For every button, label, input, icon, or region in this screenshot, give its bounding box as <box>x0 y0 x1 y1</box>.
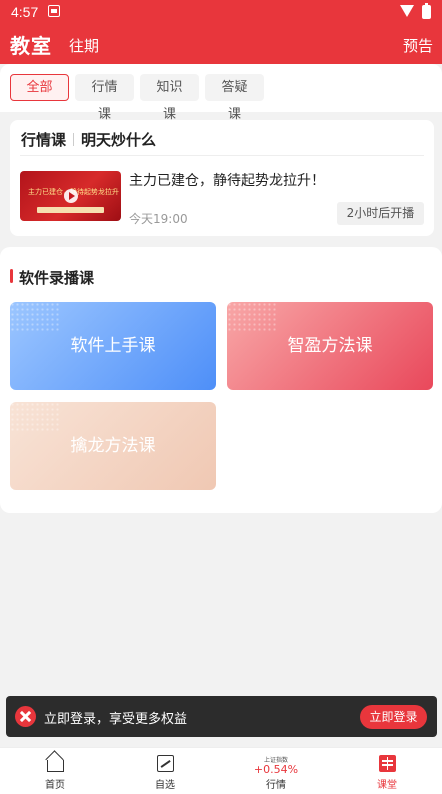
tab-market-label: 行情 <box>266 780 286 791</box>
tab-classroom-label: 课堂 <box>377 780 397 791</box>
book-icon <box>379 755 396 772</box>
status-bar: 4:57 <box>0 0 442 26</box>
live-thumbnail[interactable]: 主力已建仓，静待起势龙拉升 <box>20 171 121 221</box>
filter-market-class[interactable]: 行情课 <box>75 74 134 122</box>
live-countdown-badge: 2小时后开播 <box>337 202 424 225</box>
login-prompt: 立即登录，享受更多权益 <box>44 712 188 727</box>
page-title[interactable]: 教室 <box>10 30 52 59</box>
live-card-header: 行情课 明天炒什么 <box>21 129 156 150</box>
divider <box>20 155 424 156</box>
live-topic: 明天炒什么 <box>81 131 157 149</box>
home-icon <box>47 760 64 772</box>
tab-market[interactable]: 上证指数 +0.54% 行情 <box>221 748 331 794</box>
course-card-software-intro[interactable]: 软件上手课 <box>10 302 216 390</box>
notification-icon <box>48 5 60 17</box>
wifi-icon <box>400 5 414 17</box>
divider <box>73 133 75 146</box>
app-logo-icon <box>15 706 36 727</box>
course-card-zhiying-method[interactable]: 智盈方法课 <box>227 302 433 390</box>
bottom-tab-bar: 首页 自选 上证指数 +0.54% 行情 课堂 <box>0 747 442 794</box>
section-title: 软件录播课 <box>10 267 94 288</box>
live-time: 今天19:00 <box>129 212 188 226</box>
live-class-card[interactable]: 行情课明天炒什么 主力已建仓，静待起势龙拉升 主力已建仓，静待起势龙拉升！ 今天… <box>10 120 434 236</box>
tab-preview[interactable]: 预告 <box>403 35 433 56</box>
tab-home[interactable]: 首页 <box>0 748 110 794</box>
live-title: 主力已建仓，静待起势龙拉升！ <box>129 173 325 189</box>
status-time: 4:57 <box>11 4 39 20</box>
recorded-courses-section: 软件录播课 软件上手课 智盈方法课 擒龙方法课 <box>0 247 442 513</box>
filter-bar: 全部 行情课 知识课 答疑课 <box>0 64 442 122</box>
login-banner: 立即登录，享受更多权益 立即登录 <box>6 696 437 737</box>
tab-classroom[interactable]: 课堂 <box>332 748 442 794</box>
app-header: 4:57 教室 往期 预告 <box>0 0 442 64</box>
filter-knowledge-class[interactable]: 知识课 <box>140 74 199 122</box>
play-icon[interactable] <box>64 189 78 203</box>
thumbnail-banner <box>37 207 104 213</box>
tab-watchlist-label: 自选 <box>155 780 175 791</box>
battery-icon <box>422 3 431 19</box>
course-card-qinlong-method[interactable]: 擒龙方法课 <box>10 402 216 490</box>
filter-all[interactable]: 全部 <box>10 74 69 101</box>
tab-past[interactable]: 往期 <box>69 35 99 56</box>
filter-qa-class[interactable]: 答疑课 <box>205 74 264 122</box>
login-button[interactable]: 立即登录 <box>360 705 427 729</box>
live-category: 行情课 <box>21 131 67 149</box>
tab-watchlist[interactable]: 自选 <box>110 748 220 794</box>
tab-home-label: 首页 <box>45 780 65 791</box>
market-index-change: +0.54% <box>253 763 299 776</box>
